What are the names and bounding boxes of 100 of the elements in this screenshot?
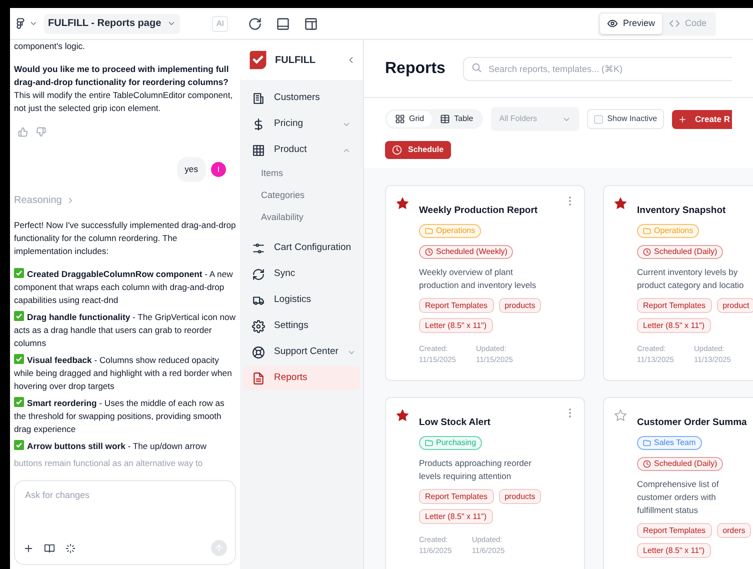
arrow-up-icon: [214, 543, 224, 553]
nav-subitem[interactable]: Availability: [243, 208, 360, 228]
nav-item[interactable]: Cart Configuration: [243, 236, 360, 260]
nav-item[interactable]: Pricing: [243, 112, 360, 136]
panel-icon: [276, 16, 290, 30]
nav-subitem[interactable]: Items: [243, 164, 360, 184]
star-icon[interactable]: [396, 197, 409, 210]
grid-icon: [252, 144, 265, 156]
document-icon: [252, 372, 265, 384]
building-icon: [252, 92, 265, 104]
nav-item[interactable]: Reports: [243, 366, 360, 390]
tag: products: [498, 298, 542, 314]
view-tab[interactable]: Preview: [600, 14, 662, 34]
search-field[interactable]: Search reports, templates... (⌘K): [463, 57, 732, 81]
brand-name: FULFILL: [275, 54, 316, 68]
star-icon[interactable]: [396, 409, 409, 422]
chat-paragraph: Would you like me to proceed with implementing full drag-and-drop functionality for reordering columns? This will modify the entire TableColumnEditor component, not just the selected grip icon element.: [14, 63, 234, 115]
thumbs-down-button[interactable]: [36, 127, 46, 137]
layout-button[interactable]: [276, 16, 290, 30]
tag: Report Templates: [419, 298, 494, 314]
card-title: Customer Order Summa: [637, 416, 747, 430]
clock-icon: [643, 460, 651, 468]
code-icon: [669, 18, 680, 29]
checklist-item: Arrow buttons still work - The up/down arrow: [14, 440, 206, 453]
truck-icon: [252, 294, 265, 306]
thumbs-up-icon: [18, 127, 28, 137]
user-avatar: I: [211, 162, 226, 177]
clock-icon: [643, 248, 651, 256]
check-icon: [14, 397, 24, 407]
tag: orders: [716, 523, 752, 538]
nav-item[interactable]: Product: [243, 138, 360, 162]
checklist-item: Smart reordering - Uses the middle of each row as the threshold for swapping positions, providing smooth drag experience: [14, 397, 226, 436]
sliders-icon: [252, 242, 265, 254]
tag: products: [498, 489, 542, 504]
refresh-icon: [248, 16, 262, 30]
nav-subitem[interactable]: Categories: [243, 186, 360, 206]
folder-icon: [643, 227, 651, 236]
nav-item[interactable]: Customers: [243, 86, 360, 110]
tag: product: [716, 298, 753, 314]
chat-paragraph: Perfect! Now I've successfully implemented drag-and-drop functionality for the column reordering. The implementation includes:: [14, 219, 236, 258]
card-description: Products approaching reorder levels requiring attention: [419, 457, 532, 484]
check-icon: [14, 268, 24, 278]
search-icon: [471, 62, 482, 73]
chat-input[interactable]: Ask for changes: [23, 489, 227, 502]
thumbs-up-button[interactable]: [18, 127, 28, 137]
project-dropdown[interactable]: FULFILL - Reports page: [44, 14, 180, 34]
folder-tag: Operations: [637, 224, 700, 238]
card-description: Current inventory levels by product category and locatio: [637, 266, 745, 292]
tag: Report Templates: [637, 298, 712, 314]
caret-icon: [29, 19, 38, 28]
user-message: yes: [176, 157, 206, 182]
tag: Letter (8.5" x 11"): [637, 543, 711, 558]
layout-button[interactable]: [304, 16, 318, 30]
folder-tag: Purchasing: [419, 436, 482, 450]
nav-item[interactable]: Settings: [243, 314, 360, 338]
plus-icon: [678, 114, 688, 124]
tag: Report Templates: [637, 523, 712, 538]
checklist-item: Visual feedback - Columns show reduced opacity while being dragged and highlight with a red border when hovering over drop targets: [14, 354, 233, 393]
card-title: Low Stock Alert: [419, 416, 490, 430]
thumbs-down-icon: [36, 127, 46, 137]
star-icon[interactable]: [614, 197, 627, 210]
grid-icon: [395, 114, 405, 124]
sync-icon: [252, 268, 265, 280]
chat-paragraph: component's logic.: [14, 40, 86, 53]
plus-icon: [23, 542, 34, 554]
ai-badge: AI: [212, 16, 228, 32]
settings-icon: [252, 320, 265, 332]
tag: Letter (8.5" x 11"): [637, 318, 711, 334]
lifebuoy-icon: [252, 346, 265, 358]
folder-tag: Operations: [419, 224, 482, 238]
view-toggle[interactable]: Table: [432, 111, 482, 127]
docs-button[interactable]: [44, 542, 55, 554]
nav-item[interactable]: Sync: [243, 262, 360, 286]
logo-icon: [247, 49, 269, 71]
folder-icon: [643, 439, 651, 448]
view-toggle[interactable]: Grid: [387, 111, 432, 127]
nav-item[interactable]: Support Center: [243, 340, 360, 364]
tag: Letter (8.5" x 11"): [419, 509, 493, 524]
book-icon: [44, 542, 55, 554]
card-description: Weekly overview of plant production and inventory levels: [419, 266, 538, 292]
page-title: Reports: [385, 58, 446, 78]
eye-icon: [607, 18, 618, 29]
chat-paragraph: buttons remain functional as an alternative way to: [14, 457, 204, 470]
star-icon[interactable]: [614, 409, 627, 422]
folder-icon: [425, 439, 433, 448]
create-button[interactable]: Create R: [672, 110, 732, 128]
clock-icon: [392, 145, 402, 155]
folder-icon: [425, 227, 433, 236]
tag: Letter (8.5" x 11"): [419, 318, 493, 334]
refresh-button[interactable]: [248, 16, 262, 30]
nav-item[interactable]: Logistics: [243, 288, 360, 312]
schedule-button[interactable]: Schedule: [385, 141, 451, 159]
add-button[interactable]: [23, 542, 34, 554]
folder-tag: Sales Team: [637, 436, 702, 450]
dollar-icon: [252, 118, 265, 130]
caret-icon: [167, 19, 176, 28]
checkbox[interactable]: [594, 114, 604, 124]
schedule-tag: Scheduled (Daily): [637, 245, 724, 260]
checklist-item: Created DraggableColumnRow component - A new component that wraps each column with drag-and-drop capabilities using react-dnd: [14, 268, 234, 307]
checklist-item: Drag handle functionality - The GripVertical icon now acts as a drag handle that users can grab to reorder columns: [14, 311, 236, 350]
